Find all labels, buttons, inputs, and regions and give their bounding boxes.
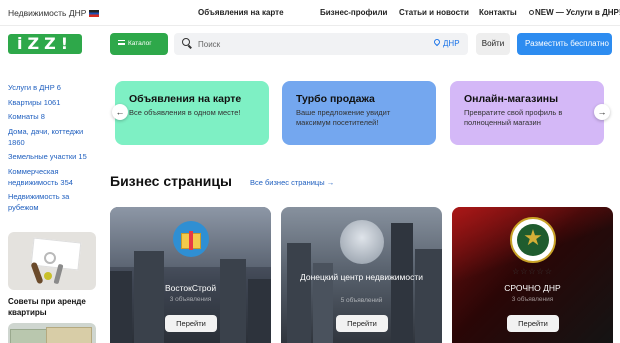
arrow-left-icon: ← xyxy=(115,107,125,117)
menu-icon xyxy=(118,40,125,45)
region-selector[interactable]: Недвижимость ДНР xyxy=(8,8,100,18)
company-avatar xyxy=(340,220,384,264)
all-business-link[interactable]: Все бизнес страницы → xyxy=(250,178,334,187)
new-dot-icon xyxy=(529,10,534,15)
banknote-graphic xyxy=(46,327,92,343)
article-title[interactable]: Советы при аренде квартиры xyxy=(8,296,98,318)
login-button[interactable]: Войти xyxy=(476,33,510,55)
post-ad-button[interactable]: Разместить бесплатно xyxy=(517,33,612,55)
arrow-right-icon: → xyxy=(597,107,607,117)
sidebar-item-apartments[interactable]: Квартиры 1061 xyxy=(8,97,98,108)
sidebar-item-services[interactable]: Услуги в ДНР 6 xyxy=(8,82,98,93)
nav-business-profiles[interactable]: Бизнес-профили xyxy=(320,8,387,17)
open-business-button[interactable]: Перейти xyxy=(507,315,559,332)
location-selector[interactable]: ДНР xyxy=(443,39,460,48)
building-graphic xyxy=(415,249,442,343)
promo-title: Турбо продажа xyxy=(296,93,375,105)
company-avatar: ★ xyxy=(510,217,556,263)
nav-new-services-label: NEW — Услуги в ДНР! xyxy=(535,8,620,17)
nav-new-services[interactable]: NEW — Услуги в ДНР! xyxy=(529,8,620,17)
sidebar-item-abroad[interactable]: Недвижимость за рубежом xyxy=(8,191,98,213)
business-card-srochno-dnr[interactable]: ★ ☆☆☆☆☆ СРОЧНО ДНР 3 объявления Перейти xyxy=(452,207,613,343)
business-card-vostokstroy[interactable]: ВостокСтрой 3 объявления Перейти xyxy=(110,207,271,343)
nav-map-listings[interactable]: Объявления на карте xyxy=(198,8,284,17)
top-bar: Недвижимость ДНР Объявления на карте Биз… xyxy=(0,0,620,26)
business-name: ВостокСтрой xyxy=(164,283,217,293)
promo-title: Онлайн-магазины xyxy=(464,93,559,105)
promo-card-turbo[interactable]: Турбо продажа Ваше предложение увидит ма… xyxy=(282,81,436,145)
promo-text: Превратите свой профиль в полноценный ма… xyxy=(464,108,563,127)
open-business-button[interactable]: Перейти xyxy=(165,315,217,332)
search-input[interactable] xyxy=(198,37,398,51)
promo-card-map[interactable]: Объявления на карте Все объявления в одн… xyxy=(115,81,269,145)
building-graphic xyxy=(110,271,132,343)
search-icon xyxy=(182,38,190,46)
article-image-money[interactable] xyxy=(8,323,96,343)
business-name: СРОЧНО ДНР xyxy=(504,283,561,293)
business-name: Донецкий центр недвижимости xyxy=(300,272,423,282)
building-graphic xyxy=(287,243,311,343)
article-image-keys[interactable] xyxy=(8,232,96,290)
company-avatar xyxy=(173,221,209,257)
business-heading: Бизнес страницы xyxy=(110,173,232,189)
building-graphic xyxy=(391,223,413,343)
category-sidebar: Услуги в ДНР 6 Квартиры 1061 Комнаты 8 Д… xyxy=(8,82,98,217)
banknote-graphic xyxy=(10,329,50,343)
star-icon: ★ xyxy=(523,226,543,251)
flag-icon xyxy=(89,10,100,17)
carousel-next-button[interactable]: → xyxy=(594,104,610,120)
listing-count: 5 объявлений xyxy=(340,297,383,304)
nav-contacts[interactable]: Контакты xyxy=(479,8,517,17)
location-pin-icon xyxy=(432,37,442,47)
site-logo[interactable]: iZZ! xyxy=(8,34,82,54)
sidebar-item-rooms[interactable]: Комнаты 8 xyxy=(8,111,98,122)
search-bar: ДНР xyxy=(174,33,468,55)
business-card-donetsk-center[interactable]: Донецкий центр недвижимости 5 объявлений… xyxy=(281,207,442,343)
key-fob-graphic xyxy=(44,272,52,280)
carousel-prev-button[interactable]: ← xyxy=(112,104,128,120)
promo-card-shops[interactable]: Онлайн-магазины Превратите свой профиль … xyxy=(450,81,604,145)
key-card-graphic xyxy=(30,237,82,271)
catalog-label: Каталог xyxy=(128,40,152,47)
listing-count: 3 объявления xyxy=(511,296,554,303)
catalog-button[interactable]: Каталог xyxy=(110,33,168,55)
sidebar-item-land[interactable]: Земельные участки 15 xyxy=(8,151,98,162)
sidebar-item-houses[interactable]: Дома, дачи, коттеджи 1860 xyxy=(8,126,98,148)
open-business-button[interactable]: Перейти xyxy=(336,315,388,332)
rating-stars-icon: ☆☆☆☆☆ xyxy=(512,267,553,276)
sidebar-item-commercial[interactable]: Коммерческая недвижимость 354 xyxy=(8,166,98,188)
region-label: Недвижимость ДНР xyxy=(8,8,87,18)
promo-text: Ваше предложение увидит максимум посетит… xyxy=(296,108,391,127)
key-ring-graphic xyxy=(44,252,56,264)
gift-ribbon xyxy=(189,231,193,250)
promo-title: Объявления на карте xyxy=(129,93,242,105)
nav-articles-news[interactable]: Статьи и новости xyxy=(399,8,469,17)
listing-count: 3 объявления xyxy=(169,296,212,303)
promo-text: Все объявления в одном месте! xyxy=(129,108,241,117)
